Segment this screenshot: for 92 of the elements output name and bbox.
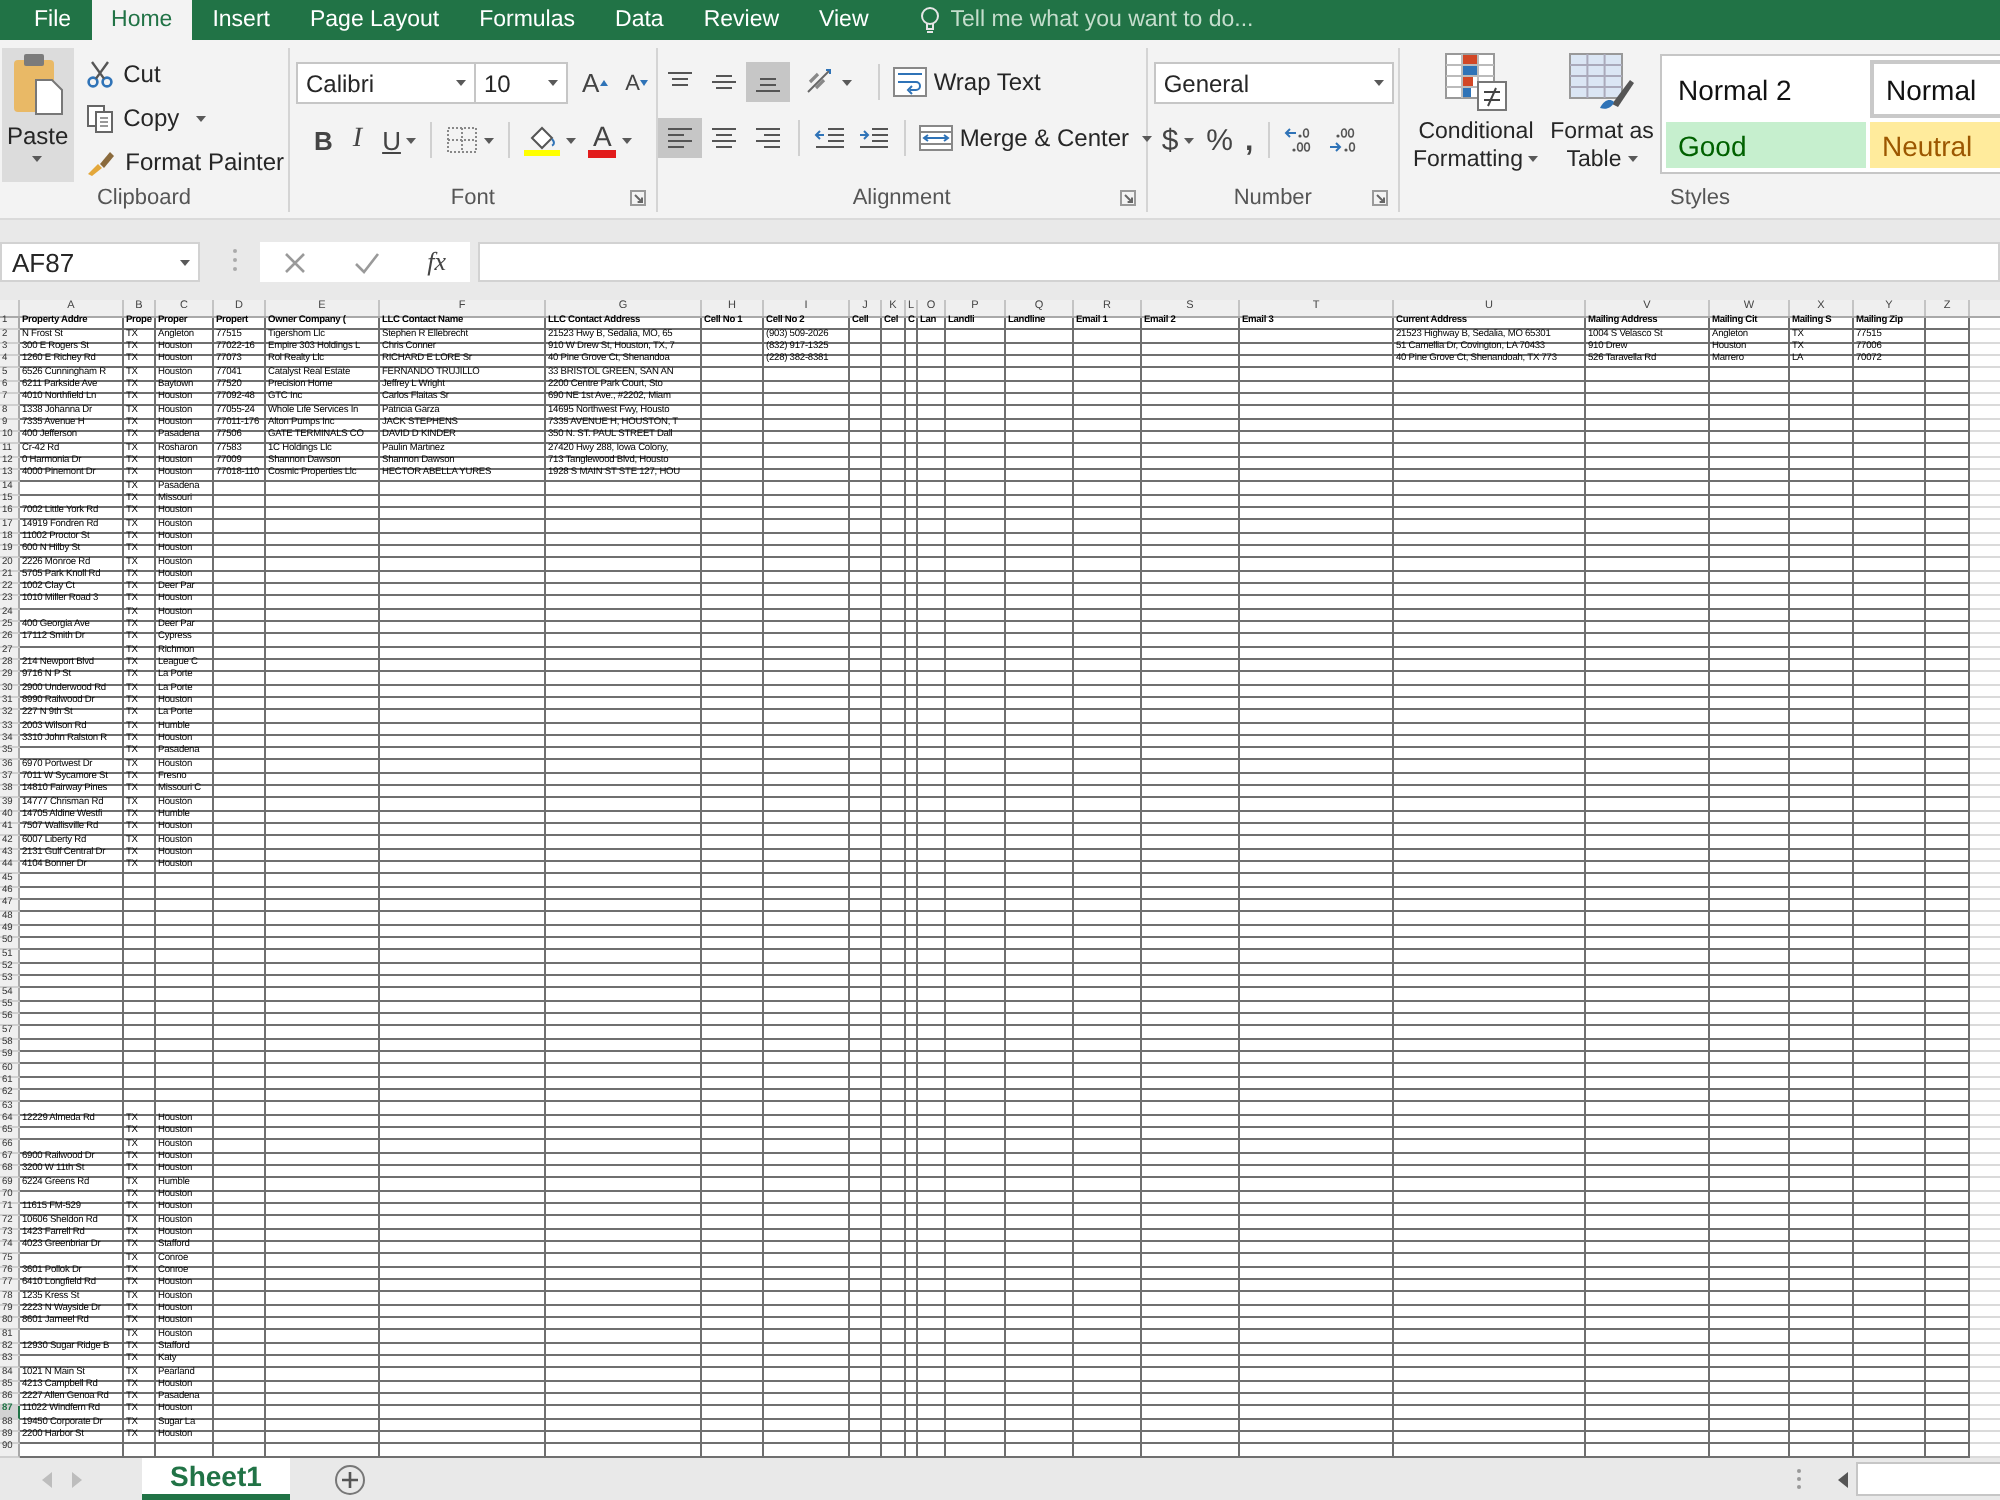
close-icon — [283, 251, 306, 273]
lightbulb-icon — [920, 6, 941, 34]
font-size-field[interactable]: 10 — [474, 62, 568, 104]
ribbon-tab[interactable]: Data — [595, 0, 684, 40]
ribbon-tab[interactable]: Formulas — [459, 0, 596, 40]
cell-style-option[interactable]: Good — [1666, 122, 1866, 168]
increase-decimal-icon — [1283, 126, 1316, 154]
underline-button[interactable]: U — [376, 120, 423, 160]
up-arrow-icon — [599, 80, 608, 86]
vertical-align-button[interactable] — [745, 62, 790, 102]
align-middle-icon — [709, 70, 738, 94]
formula-input[interactable] — [478, 242, 2000, 282]
bold-button[interactable]: B — [308, 120, 339, 160]
ribbon-tab[interactable]: File — [14, 0, 92, 40]
decrease-indent-icon — [813, 126, 846, 150]
copy-icon — [85, 103, 114, 133]
italic-button[interactable]: I — [346, 120, 369, 160]
left-triangle-icon — [42, 1471, 52, 1487]
align-left-icon — [665, 126, 694, 150]
align-center-icon — [709, 126, 738, 150]
increase-indent-icon — [857, 126, 890, 150]
cell-style-option[interactable]: Neutral — [1870, 122, 2000, 168]
conditional-formatting-button[interactable]: Conditional Formatting — [1404, 48, 1548, 182]
insert-function-button[interactable]: fx — [423, 244, 451, 280]
ribbon-tab[interactable]: Review — [683, 0, 800, 40]
wrap-text-icon — [891, 66, 928, 98]
caret-icon — [1184, 137, 1195, 143]
caret-icon — [841, 79, 852, 85]
slanted-text-icon — [803, 68, 836, 96]
dialog-launcher-icon — [1119, 189, 1136, 205]
group-label: Alignment — [852, 185, 951, 209]
plus-circle-icon — [333, 1463, 366, 1495]
format-painter-button[interactable]: Format Painter — [81, 142, 288, 182]
wrap-text-button[interactable]: Wrap Text — [887, 62, 1045, 102]
currency-button[interactable]: $ — [1155, 120, 1201, 160]
ribbon-tab[interactable]: View — [799, 0, 889, 40]
percent-button[interactable]: % — [1200, 120, 1239, 160]
caret-icon — [32, 156, 43, 162]
shrink-font-button[interactable]: A — [619, 63, 655, 103]
caret-icon — [195, 115, 206, 121]
cell-style-option[interactable]: Normal — [1870, 60, 2000, 118]
name-box[interactable]: AF87 — [0, 242, 200, 282]
group-label: Font — [450, 185, 495, 209]
number-format-field[interactable]: General — [1153, 62, 1394, 104]
conditional-format-icon — [1444, 52, 1508, 112]
caret-icon — [1528, 156, 1539, 163]
caret-icon — [406, 137, 417, 143]
ribbon-tab[interactable]: Page Layout — [289, 0, 460, 40]
cut-button[interactable]: Cut — [81, 54, 288, 94]
scissors-icon — [85, 60, 114, 88]
group-label: Number — [1233, 185, 1312, 209]
table-brush-icon — [1568, 52, 1636, 112]
left-triangle-icon — [1838, 1471, 1848, 1487]
checkmark-icon — [353, 251, 380, 273]
caret-icon — [484, 137, 495, 143]
group-label: Styles — [1670, 185, 1730, 209]
align-right-icon — [753, 126, 782, 150]
caret-icon — [566, 137, 577, 143]
paint-bucket-icon — [524, 124, 561, 156]
down-arrow-icon — [640, 80, 649, 86]
dialog-launcher-icon — [1372, 189, 1388, 205]
group-label: Clipboard — [96, 185, 192, 209]
vertical-dots-icon — [232, 248, 238, 272]
caret-icon — [621, 137, 632, 143]
horizontal-scrollbar[interactable] — [1856, 1462, 2000, 1496]
dialog-launcher-icon — [629, 189, 646, 205]
ribbon-tab[interactable]: Home — [91, 0, 193, 40]
caret-icon — [1373, 80, 1384, 86]
merge-cells-icon — [917, 122, 954, 154]
caret-icon — [456, 80, 466, 86]
font-name-field[interactable]: Calibri — [296, 62, 476, 104]
right-triangle-icon — [72, 1471, 82, 1487]
borders-icon — [446, 126, 479, 154]
font-color-button[interactable]: A — [582, 120, 638, 160]
sheet-tab[interactable]: Sheet1 — [142, 1458, 290, 1500]
paste-button[interactable]: Paste — [2, 48, 74, 182]
caret-icon — [180, 259, 190, 265]
vertical-dots-icon — [1796, 1468, 1802, 1490]
grow-font-button[interactable]: A — [576, 63, 614, 103]
caret-icon — [1141, 135, 1152, 141]
decrease-decimal-icon — [1327, 126, 1360, 154]
paintbrush-icon — [85, 148, 116, 176]
caret-icon — [1627, 156, 1638, 163]
format-as-table-button[interactable]: Format as Table — [1548, 48, 1656, 182]
tell-me-field[interactable]: Tell me what you want to do... — [950, 8, 1291, 32]
caret-icon — [548, 80, 558, 86]
copy-button[interactable]: Copy — [81, 98, 288, 138]
clipboard-icon — [11, 52, 64, 116]
horizontal-align-button[interactable] — [657, 118, 702, 158]
comma-style-button[interactable]: , — [1239, 120, 1260, 160]
ribbon-tab[interactable]: Insert — [192, 0, 290, 40]
merge-center-button[interactable]: Merge & Center — [913, 118, 1156, 158]
